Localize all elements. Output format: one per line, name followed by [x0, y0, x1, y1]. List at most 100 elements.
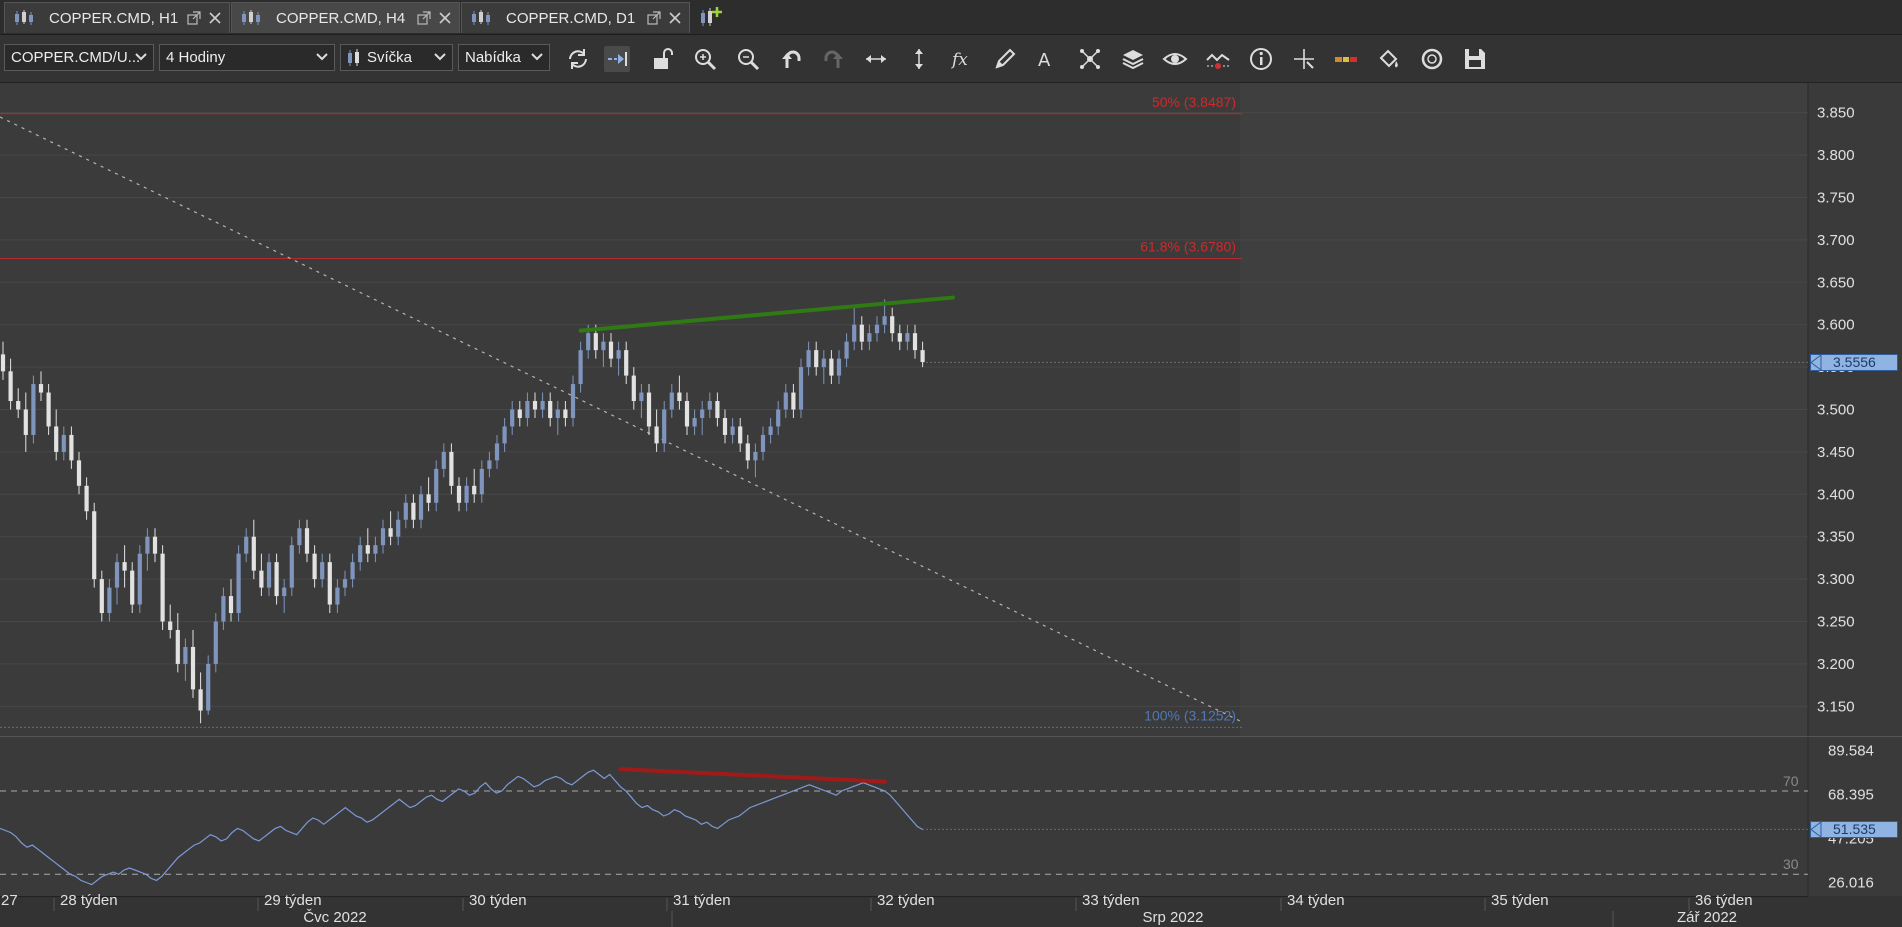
period-select[interactable]: 4 Hodiny — [159, 44, 335, 71]
instrument-value: COPPER.CMD/U... — [11, 49, 141, 66]
candle-body — [274, 562, 279, 597]
refresh-button[interactable] — [565, 46, 591, 72]
theme-button[interactable] — [1376, 46, 1402, 72]
instrument-select[interactable]: COPPER.CMD/U... — [4, 44, 154, 71]
crosshair-icon — [1294, 49, 1314, 69]
candle-body — [464, 485, 469, 503]
candle-body — [601, 341, 606, 351]
candle-body — [130, 570, 135, 605]
zoom-in-button[interactable] — [692, 46, 718, 72]
week-label: 32 týden — [877, 892, 935, 909]
chart-type-value: Svíčka — [367, 49, 413, 66]
patterns-button[interactable] — [1077, 46, 1103, 72]
candle-body — [532, 401, 538, 410]
unlock-icon — [654, 48, 673, 69]
candle-body — [525, 401, 530, 418]
candle-body — [441, 451, 446, 469]
candle-body — [411, 502, 416, 520]
zoom-out-button[interactable] — [735, 46, 761, 72]
price-tick-label: 3.850 — [1817, 105, 1855, 122]
candle-body — [890, 316, 895, 334]
candle-body — [829, 358, 834, 376]
close-icon[interactable] — [669, 12, 681, 24]
candle-body — [548, 401, 553, 418]
indicators-button[interactable]: fx — [949, 46, 975, 72]
order-line-button[interactable] — [1333, 46, 1359, 72]
current-price-badge: 3.5556 — [1810, 354, 1898, 372]
price-tick-label: 3.650 — [1817, 274, 1855, 291]
text-tool-button[interactable]: A — [1034, 46, 1060, 72]
candle-body — [510, 409, 515, 427]
redo-button[interactable] — [821, 46, 847, 72]
candle-body — [107, 587, 112, 614]
text-tool-icon: A — [1038, 50, 1051, 71]
week-label: 30 týden — [469, 892, 527, 909]
week-label: 36 týden — [1695, 892, 1753, 909]
layers-icon — [1122, 50, 1144, 70]
candle-body — [403, 502, 408, 520]
candle-body — [707, 401, 712, 410]
horizontal-scale-button[interactable] — [863, 46, 889, 72]
unlock-button[interactable] — [650, 46, 676, 72]
price-side-value: Nabídka — [465, 49, 521, 66]
candle-body — [137, 553, 142, 605]
candle-body — [145, 536, 150, 554]
candle-body — [365, 545, 370, 554]
candle-body — [836, 358, 842, 376]
drawing-tools-button[interactable] — [992, 46, 1018, 72]
chart-type-select[interactable]: Svíčka — [340, 44, 453, 71]
candle-body — [905, 333, 910, 342]
alerts-button[interactable] — [1205, 46, 1231, 72]
candle-body — [882, 316, 887, 325]
candle-body — [160, 553, 165, 622]
tab-copper-h4[interactable]: COPPER.CMD, H4 — [231, 2, 460, 33]
chart-canvas[interactable]: 50% (3.8487)61.8% (3.6780)100% (3.1252) … — [0, 83, 1902, 927]
candle-body — [31, 384, 36, 435]
candle-body — [350, 562, 355, 580]
zoom-out-icon — [738, 49, 760, 71]
candle-body — [69, 434, 74, 461]
vertical-scale-button[interactable] — [906, 46, 932, 72]
candle-body — [639, 392, 644, 402]
auto-scroll-button[interactable] — [604, 46, 630, 72]
save-icon — [1465, 49, 1485, 69]
candle-body — [578, 350, 583, 385]
price-tick-label: 3.800 — [1817, 147, 1855, 164]
undo-icon — [782, 50, 801, 68]
candle-body — [897, 333, 902, 342]
candle-body — [776, 409, 781, 427]
visibility-button[interactable] — [1162, 46, 1188, 72]
price-tick-label: 3.150 — [1817, 698, 1855, 715]
candle-type-icon — [348, 48, 359, 66]
candle-body — [608, 341, 614, 359]
refresh-icon — [569, 49, 587, 69]
price-side-select[interactable]: Nabídka — [458, 44, 550, 71]
candle-body — [555, 409, 560, 418]
week-label: 35 týden — [1491, 892, 1549, 909]
tab-copper-d1[interactable]: COPPER.CMD, D1 — [461, 2, 690, 33]
candle-body — [8, 371, 13, 402]
detach-window-icon[interactable] — [647, 11, 661, 25]
candle-body — [472, 485, 477, 495]
week-label: 27 — [1, 892, 18, 909]
info-button[interactable] — [1248, 46, 1274, 72]
crosshair-button[interactable] — [1291, 46, 1317, 72]
save-button[interactable] — [1462, 46, 1488, 72]
candle-body — [297, 528, 302, 546]
add-chart-icon[interactable] — [698, 4, 724, 30]
candle-body — [814, 350, 819, 368]
candle-body — [456, 485, 462, 503]
detach-window-icon[interactable] — [187, 11, 201, 25]
tab-copper-h1[interactable]: COPPER.CMD, H1 — [4, 2, 230, 33]
layers-button[interactable] — [1120, 46, 1146, 72]
candle-body — [768, 426, 773, 435]
chevron-down-icon — [531, 53, 543, 61]
undo-button[interactable] — [778, 46, 804, 72]
candle-body — [251, 536, 256, 571]
detach-window-icon[interactable] — [417, 11, 431, 25]
candle-body — [783, 392, 788, 410]
close-icon[interactable] — [439, 12, 451, 24]
rsi-tick-label: 89.584 — [1828, 742, 1874, 759]
close-icon[interactable] — [209, 12, 221, 24]
templates-button[interactable] — [1419, 46, 1445, 72]
